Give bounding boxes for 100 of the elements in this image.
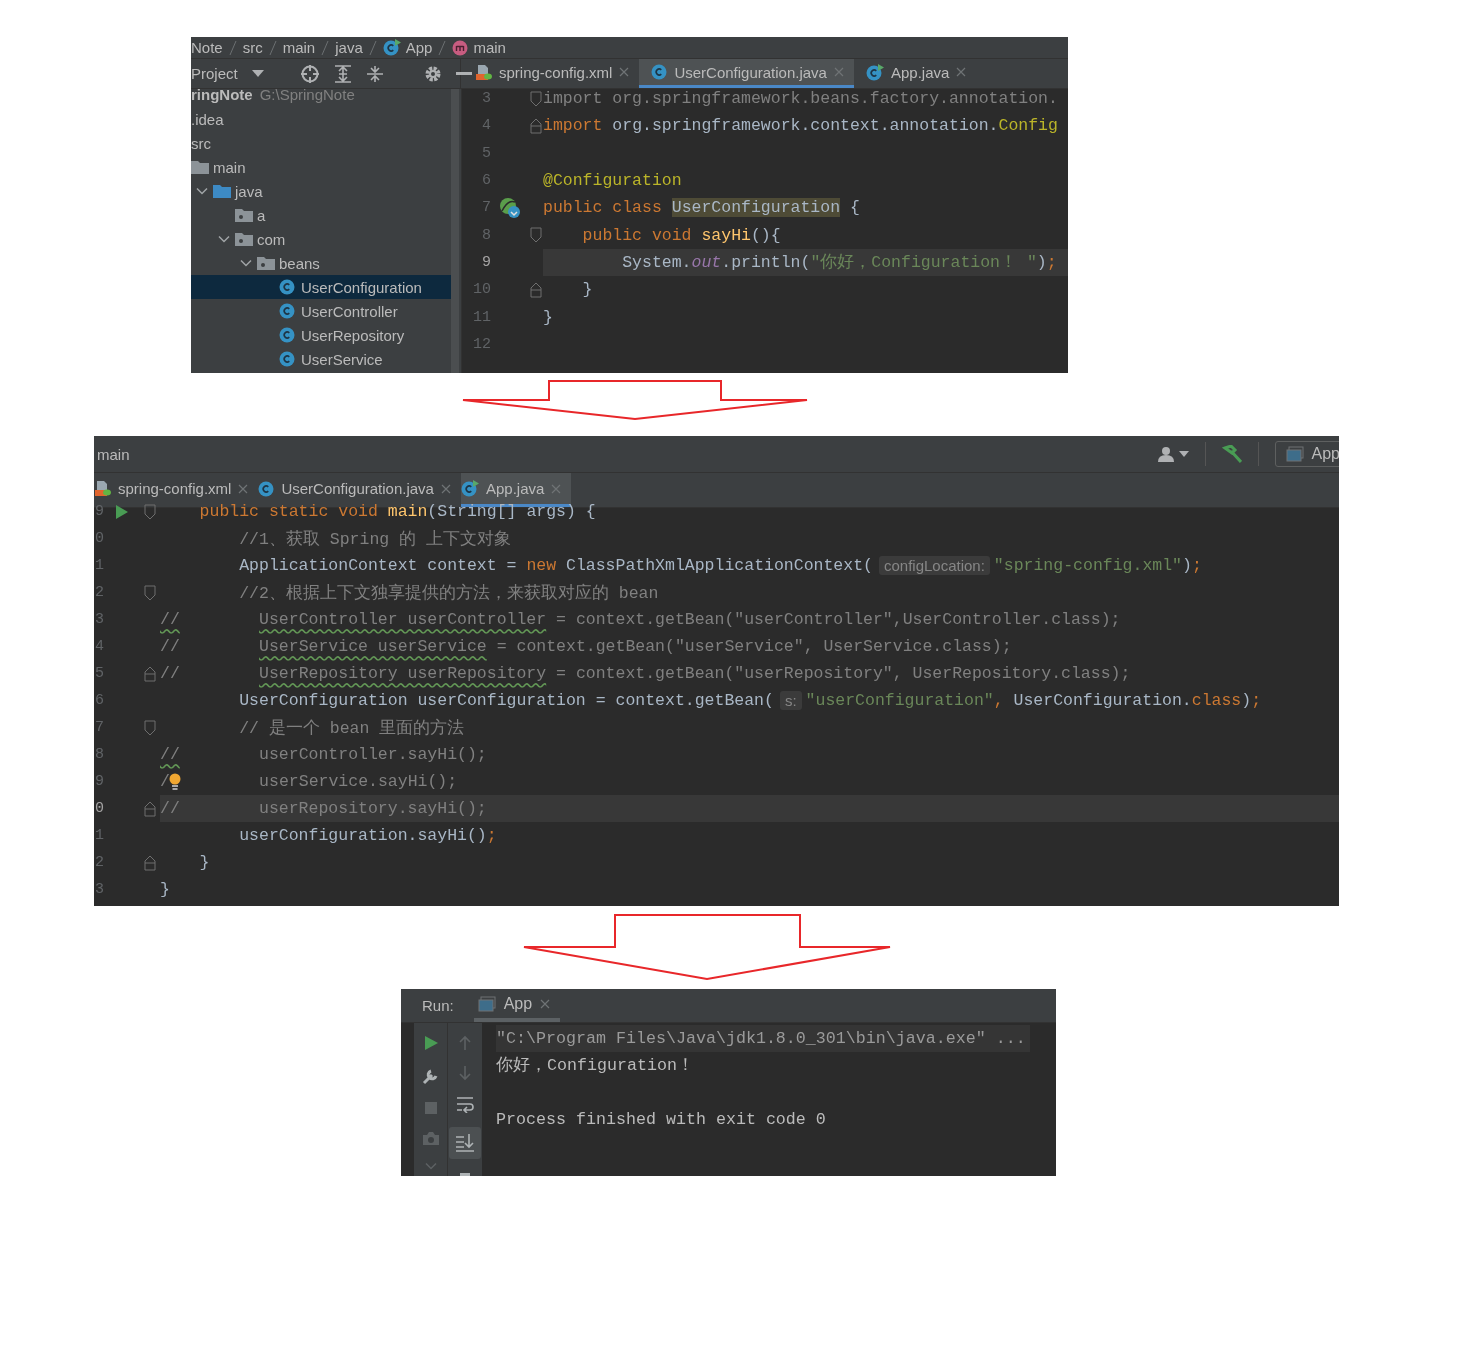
close-icon[interactable] (619, 67, 630, 77)
breadcrumb[interactable]: main (473, 39, 506, 56)
minimize-icon[interactable] (455, 71, 472, 76)
separator-icon (438, 39, 447, 56)
code-line: } (581, 279, 594, 302)
close-icon[interactable] (956, 67, 967, 77)
breadcrumb[interactable]: main (282, 39, 316, 56)
run-icon[interactable] (422, 1035, 439, 1051)
project-path: G:\SpringNote (259, 89, 355, 103)
hammer-icon[interactable] (1221, 445, 1242, 463)
console-output-line: 你好，Configuration！ (496, 1055, 694, 1077)
line-number: 9 (94, 502, 104, 522)
close-icon[interactable] (540, 998, 551, 1009)
tree-item[interactable]: UserController (191, 299, 451, 323)
project-name: ringNote (191, 89, 253, 103)
editor-tab[interactable]: App.java (853, 59, 977, 88)
soft-wrap-icon[interactable] (455, 1095, 475, 1113)
breadcrumb[interactable]: java (335, 39, 363, 56)
line-number: 2 (94, 583, 104, 603)
method-icon (452, 39, 469, 56)
run-configuration-button[interactable]: App (1274, 441, 1339, 467)
tree-item[interactable]: com (191, 227, 451, 251)
breadcrumb[interactable]: App (405, 39, 433, 56)
tree-item[interactable]: UserService (191, 347, 451, 371)
tree-item[interactable]: beans (191, 251, 451, 275)
code-line: UserConfiguration userConfiguration = context.getBean( s: "userConfiguration", UserConfiguration.class); (238, 690, 1263, 712)
tree-item[interactable]: a (191, 203, 451, 227)
code-line: public class UserConfiguration { (543, 197, 861, 220)
line-number: 3 (481, 89, 491, 110)
scroll-to-end-icon[interactable] (449, 1127, 481, 1159)
chevron-down-icon[interactable] (218, 235, 230, 243)
line-number: 1 (94, 556, 104, 576)
settings-icon[interactable] (423, 64, 442, 83)
run-icon[interactable] (115, 503, 129, 520)
xml-file-icon (94, 480, 111, 497)
separator-icon (321, 39, 330, 56)
project-view-label[interactable]: Project (191, 65, 238, 82)
tree-item[interactable]: UserConfiguration (191, 275, 451, 299)
breadcrumb[interactable]: Note (191, 39, 223, 56)
class-icon (279, 327, 295, 343)
close-icon[interactable] (238, 483, 249, 494)
scrollbar[interactable] (451, 89, 459, 373)
breadcrumb[interactable]: main (97, 445, 130, 463)
line-number: 11 (472, 307, 491, 328)
fold-marker-icon (529, 281, 542, 298)
lightbulb-icon[interactable] (168, 772, 181, 791)
wrench-icon[interactable] (421, 1067, 440, 1085)
line-number: 5 (481, 143, 491, 164)
expand-all-icon[interactable] (333, 64, 352, 83)
line-number: 7 (94, 718, 104, 738)
separator-icon (228, 39, 237, 56)
fold-marker-icon (529, 117, 542, 134)
runnable-class-icon (460, 480, 479, 497)
code-line: } (198, 852, 211, 874)
class-icon (651, 64, 668, 80)
folder-icon (213, 184, 231, 198)
code-line: //2、根据上下文独享提供的方法，来获取对应的 bean (238, 582, 660, 605)
run-panel-label: Run: (422, 997, 454, 1014)
separator-icon (268, 39, 277, 56)
package-icon (235, 232, 253, 246)
user-icon[interactable] (1157, 446, 1176, 462)
bean-icon[interactable] (498, 196, 521, 219)
editor-tab[interactable]: spring-config.xml (463, 59, 640, 88)
tree-item[interactable]: UserRepository (191, 323, 451, 347)
line-number: 0 (94, 799, 104, 819)
fold-marker-icon (144, 719, 156, 736)
line-number: 6 (94, 691, 104, 711)
breadcrumb[interactable]: src (242, 39, 263, 56)
caret-icon[interactable] (1178, 451, 1189, 457)
code-line: public void sayHi(){ (581, 224, 782, 247)
code-line: // UserController userController = context.getBean("userController",UserController.class); (160, 609, 1122, 631)
line-number: 10 (472, 280, 491, 301)
line-number: 8 (94, 745, 104, 765)
folder-icon (191, 160, 209, 174)
line-number: 5 (94, 664, 104, 684)
line-number: 9 (94, 772, 104, 792)
line-number: 0 (94, 529, 104, 549)
code-line: } (160, 879, 171, 901)
fold-marker-icon (144, 854, 156, 871)
line-number: 4 (94, 637, 104, 657)
package-icon (235, 208, 253, 222)
tree-item[interactable]: main (191, 155, 451, 179)
chevron-down-icon[interactable] (240, 259, 252, 267)
editor-tab[interactable]: UserConfiguration.java (639, 59, 854, 88)
tree-item[interactable]: src (191, 131, 451, 155)
chevron-down-icon[interactable] (196, 187, 208, 195)
tree-item[interactable]: .idea (191, 107, 451, 131)
fold-marker-icon (144, 800, 156, 817)
collapse-all-icon[interactable] (365, 64, 384, 83)
code-line: // 是一个 bean 里面的方法 (238, 717, 466, 740)
caret-icon[interactable] (251, 69, 264, 78)
line-number: 1 (94, 826, 104, 846)
code-line: @Configuration (543, 170, 683, 193)
close-icon[interactable] (440, 483, 451, 494)
tree-item[interactable]: java (191, 179, 451, 203)
window-icon (1285, 446, 1304, 462)
code-line: userService.sayHi(); (258, 772, 458, 791)
line-number: 3 (94, 880, 104, 900)
crosshair-icon[interactable] (299, 63, 320, 84)
class-icon (258, 480, 275, 497)
